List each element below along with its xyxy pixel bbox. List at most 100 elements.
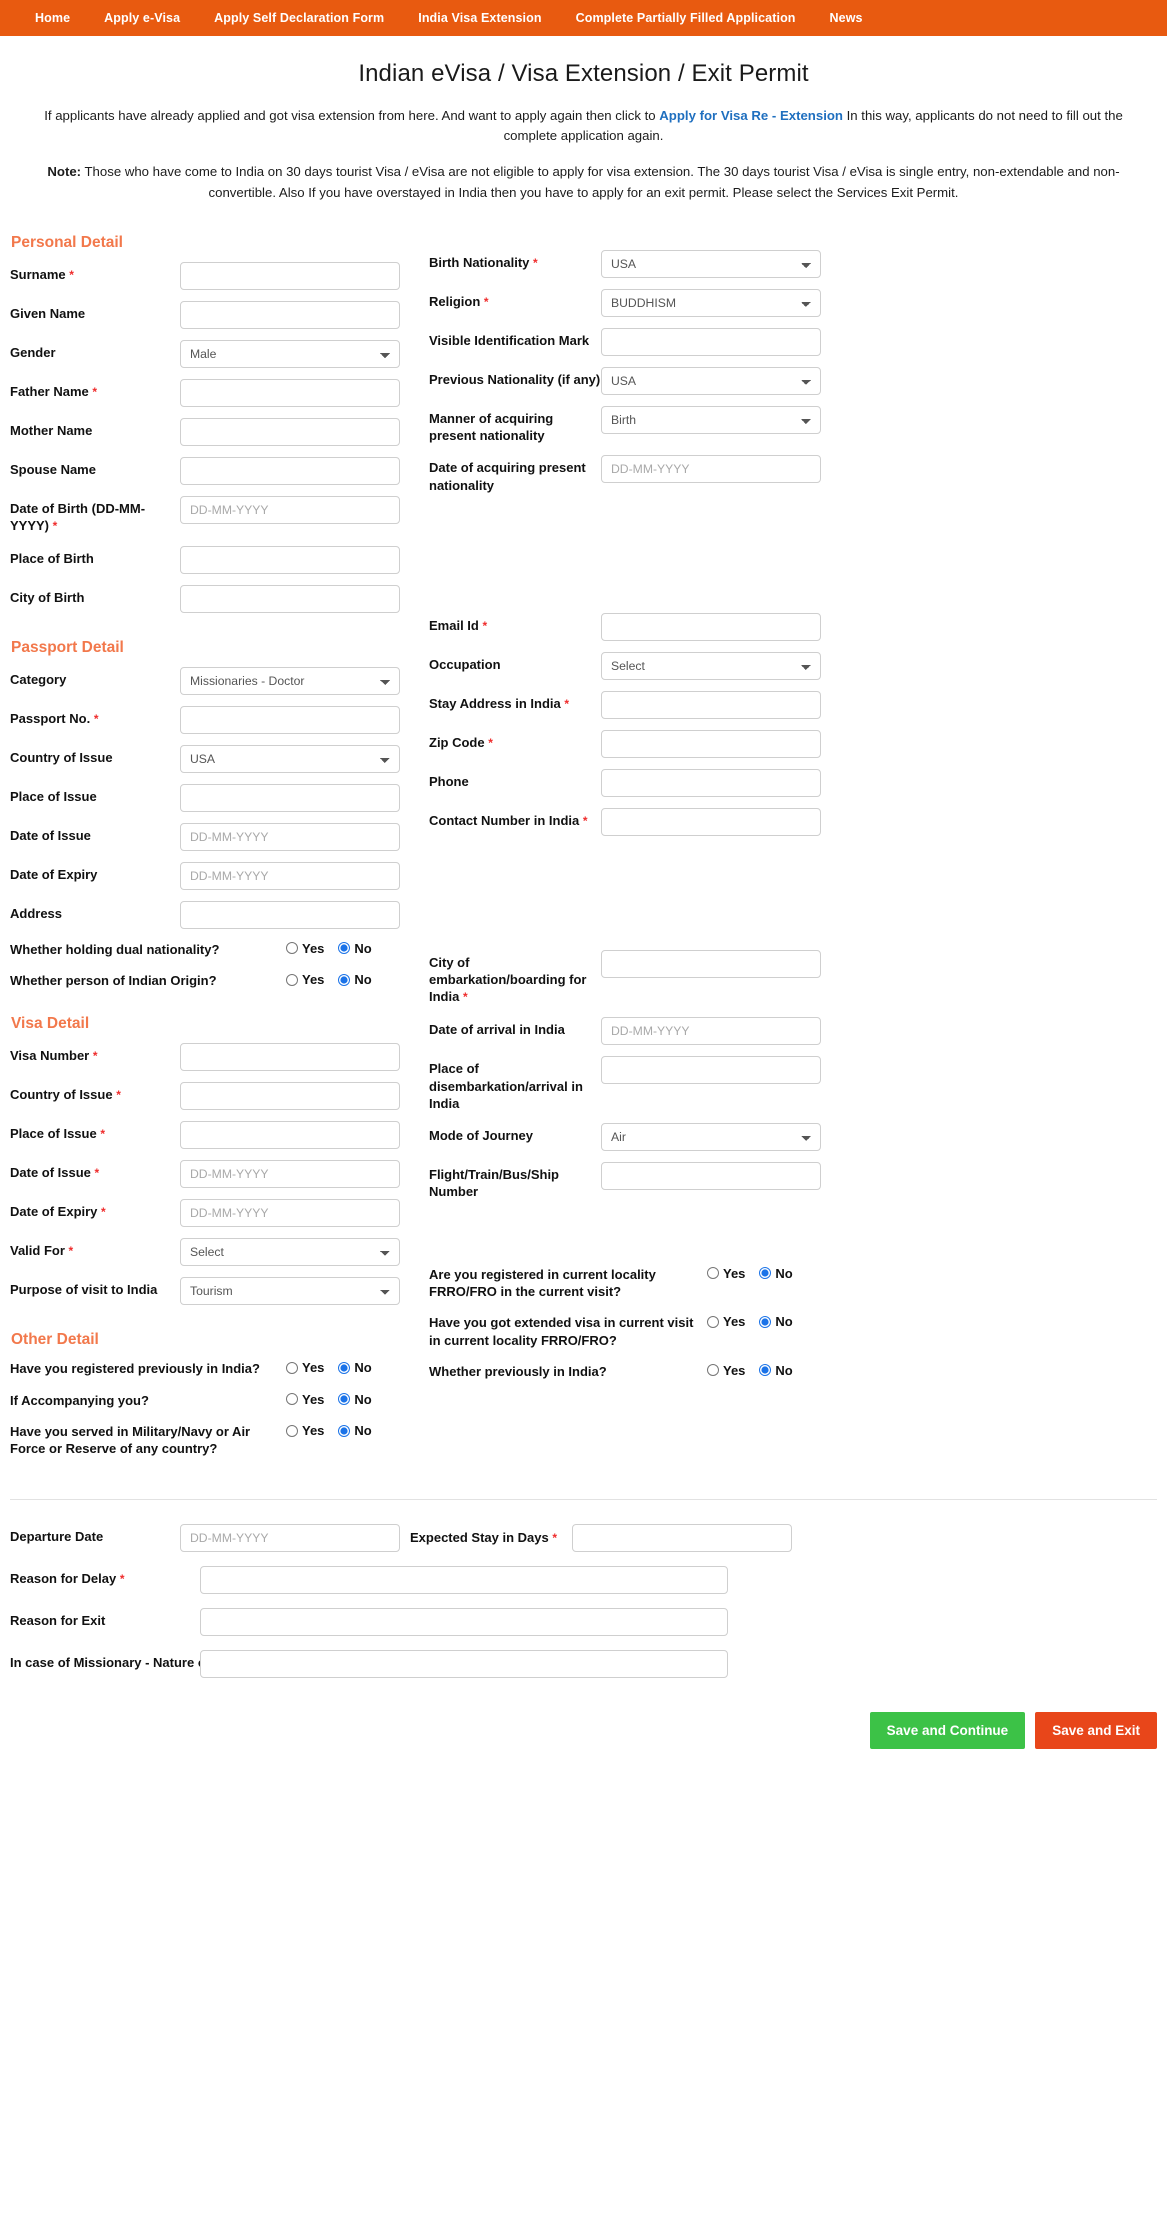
dual-nationality-yes-radio[interactable] xyxy=(286,942,298,955)
flight-number-input[interactable] xyxy=(601,1162,821,1191)
contact-number-in-india-input[interactable] xyxy=(601,807,821,836)
birth-nationality-select[interactable]: USA xyxy=(601,249,821,278)
zip-code-input[interactable] xyxy=(601,729,821,758)
previously-in-india-no-radio[interactable] xyxy=(759,1364,772,1377)
missionary-nature-of-work-input[interactable] xyxy=(200,1649,728,1678)
save-and-continue-button[interactable]: Save and Continue xyxy=(869,1711,1026,1749)
military-service-no-option[interactable]: No xyxy=(338,1423,372,1438)
accompanying-no-radio[interactable] xyxy=(338,1393,351,1406)
visa-date-of-expiry-input[interactable] xyxy=(180,1199,400,1228)
dual-nationality-no-option[interactable]: No xyxy=(338,941,372,956)
reason-for-exit-input[interactable] xyxy=(200,1607,728,1636)
extended-visa-yes-radio[interactable] xyxy=(707,1315,719,1328)
indian-origin-yes-radio[interactable] xyxy=(286,973,298,986)
phone-input[interactable] xyxy=(601,768,821,797)
nav-item-home[interactable]: Home xyxy=(18,0,87,36)
form-columns: Personal Detail Surname * Given Name Gen… xyxy=(10,234,1157,1471)
nav-item-apply-evisa[interactable]: Apply e-Visa xyxy=(87,0,197,36)
field-military-service: Have you served in Military/Navy or Air … xyxy=(10,1422,419,1458)
visa-country-of-issue-input[interactable] xyxy=(180,1082,400,1111)
accompanying-yes-option[interactable]: Yes xyxy=(286,1392,324,1407)
mother-name-input[interactable] xyxy=(180,417,400,446)
visa-number-input[interactable] xyxy=(180,1043,400,1072)
registered-current-locality-no-option[interactable]: No xyxy=(759,1266,793,1281)
registered-previously-no-radio[interactable] xyxy=(338,1361,351,1374)
accompanying-no-option[interactable]: No xyxy=(338,1392,372,1407)
field-label: Have you served in Military/Navy or Air … xyxy=(10,1424,251,1457)
city-of-embarkation-input[interactable] xyxy=(601,949,821,978)
indian-origin-yes-option[interactable]: Yes xyxy=(286,972,324,987)
occupation-select[interactable]: Select xyxy=(601,651,821,680)
registered-current-locality-yes-radio[interactable] xyxy=(707,1267,719,1280)
save-and-exit-button[interactable]: Save and Exit xyxy=(1035,1711,1157,1749)
registered-current-locality-no-radio[interactable] xyxy=(759,1267,772,1280)
spouse-name-input[interactable] xyxy=(180,456,400,485)
place-of-birth-input[interactable] xyxy=(180,545,400,574)
address-input[interactable] xyxy=(180,900,400,929)
mode-of-journey-select[interactable]: Air xyxy=(601,1123,821,1152)
father-name-input[interactable] xyxy=(180,378,400,407)
dual-nationality-yes-option[interactable]: Yes xyxy=(286,941,324,956)
manner-of-acquiring-nationality-select[interactable]: Birth xyxy=(601,405,821,434)
military-service-yes-option[interactable]: Yes xyxy=(286,1423,324,1438)
previously-in-india-yes-option[interactable]: Yes xyxy=(707,1363,745,1378)
email-id-input[interactable] xyxy=(601,612,821,641)
field-label: Birth Nationality * xyxy=(429,254,538,270)
registered-previously-yes-option[interactable]: Yes xyxy=(286,1360,324,1375)
military-service-yes-radio[interactable] xyxy=(286,1424,298,1437)
bottom-details-block: Departure Date Expected Stay in Days * R… xyxy=(0,1523,1167,1678)
religion-select[interactable]: BUDDHISM xyxy=(601,288,821,317)
extended-visa-yes-option[interactable]: Yes xyxy=(707,1314,745,1329)
passport-no-input[interactable] xyxy=(180,705,400,734)
field-label: Date of Birth (DD-MM-YYYY) * xyxy=(10,500,146,533)
city-of-birth-input[interactable] xyxy=(180,584,400,613)
passport-date-of-expiry-input[interactable] xyxy=(180,861,400,890)
departure-date-input[interactable] xyxy=(180,1523,400,1552)
registered-previously-yes-radio[interactable] xyxy=(286,1361,298,1374)
date-of-arrival-in-india-input[interactable] xyxy=(601,1017,821,1046)
previously-in-india-yes-radio[interactable] xyxy=(707,1364,719,1377)
visible-identification-mark-input[interactable] xyxy=(601,327,821,356)
military-service-no-radio[interactable] xyxy=(338,1424,351,1437)
accompanying-yes-radio[interactable] xyxy=(286,1393,298,1406)
nav-item-india-visa-extension[interactable]: India Visa Extension xyxy=(401,0,558,36)
date-of-acquiring-nationality-input[interactable] xyxy=(601,455,821,484)
indian-origin-no-radio[interactable] xyxy=(338,973,351,986)
purpose-of-visit-select[interactable]: Tourism xyxy=(180,1277,400,1306)
nav-item-news[interactable]: News xyxy=(813,0,880,36)
visa-date-of-issue-input[interactable] xyxy=(180,1160,400,1189)
extended-visa-no-option[interactable]: No xyxy=(759,1314,793,1329)
field-label: Phone xyxy=(429,773,469,789)
field-label: Date of acquiring present nationality xyxy=(429,460,586,493)
field-passport-country-of-issue: Country of Issue USA xyxy=(10,744,419,773)
passport-date-of-issue-input[interactable] xyxy=(180,822,400,851)
valid-for-select[interactable]: Select xyxy=(180,1238,400,1267)
registered-current-locality-yes-option[interactable]: Yes xyxy=(707,1266,745,1281)
passport-place-of-issue-input[interactable] xyxy=(180,783,400,812)
field-flight-number: Flight/Train/Bus/Ship Number xyxy=(429,1162,1157,1201)
dual-nationality-no-radio[interactable] xyxy=(338,942,351,955)
indian-origin-no-option[interactable]: No xyxy=(338,972,372,987)
previous-nationality-select[interactable]: USA xyxy=(601,366,821,395)
expected-stay-input[interactable] xyxy=(572,1523,792,1552)
registered-previously-no-option[interactable]: No xyxy=(338,1360,372,1375)
category-select[interactable]: Missionaries - Doctor xyxy=(180,666,400,695)
passport-country-of-issue-select[interactable]: USA xyxy=(180,744,400,773)
nav-item-complete-partially-filled[interactable]: Complete Partially Filled Application xyxy=(559,0,813,36)
place-of-disembarkation-input[interactable] xyxy=(601,1056,821,1085)
apply-visa-re-extension-link[interactable]: Apply for Visa Re - Extension xyxy=(659,108,843,123)
required-marker: * xyxy=(533,255,538,270)
extended-visa-no-radio[interactable] xyxy=(759,1315,772,1328)
previously-in-india-no-option[interactable]: No xyxy=(759,1363,793,1378)
given-name-input[interactable] xyxy=(180,300,400,329)
date-of-birth-input[interactable] xyxy=(180,495,400,524)
field-label: Place of disembarkation/arrival in India xyxy=(429,1061,583,1111)
visa-place-of-issue-input[interactable] xyxy=(180,1121,400,1150)
nav-item-apply-self-declaration[interactable]: Apply Self Declaration Form xyxy=(197,0,401,36)
gender-select[interactable]: Male xyxy=(180,339,400,368)
stay-address-in-india-input[interactable] xyxy=(601,690,821,719)
reason-for-delay-input[interactable] xyxy=(200,1565,728,1594)
field-purpose-of-visit: Purpose of visit to India Tourism xyxy=(10,1277,419,1306)
field-label: Have you got extended visa in current vi… xyxy=(429,1315,694,1348)
surname-input[interactable] xyxy=(180,261,400,290)
